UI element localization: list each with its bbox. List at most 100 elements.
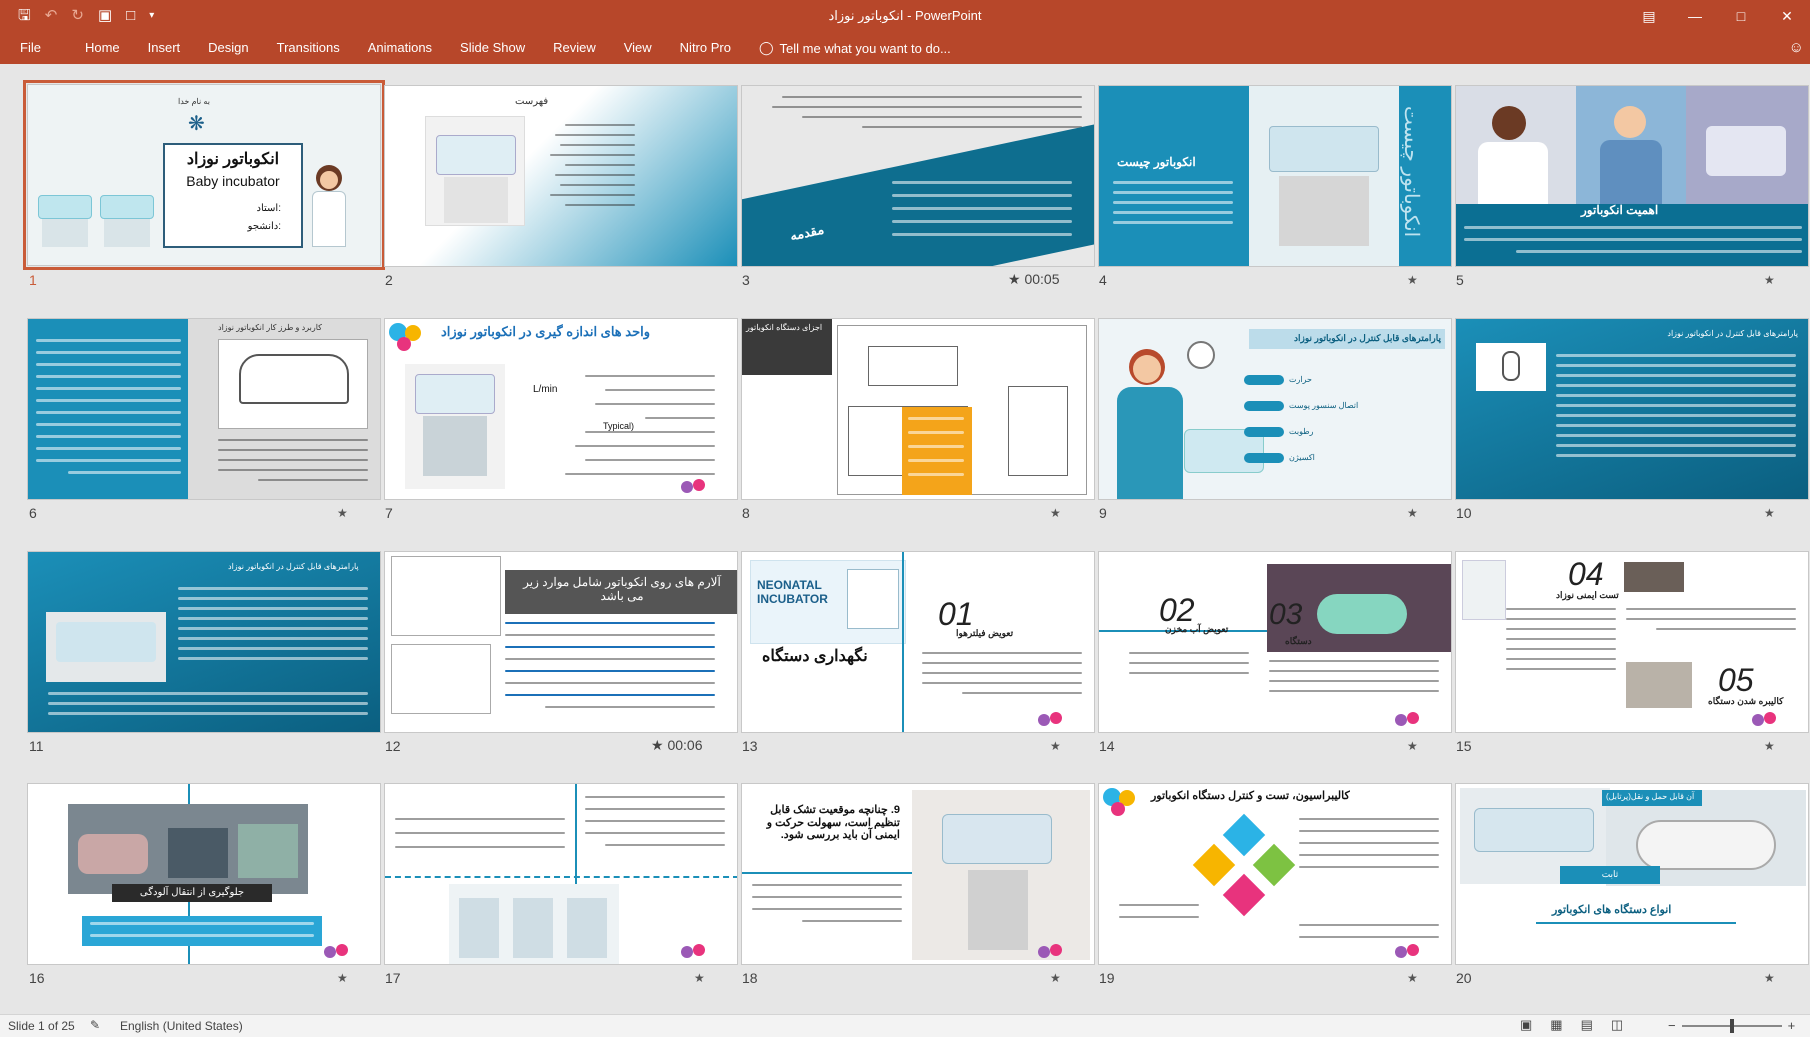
star-icon: ★ <box>337 506 348 520</box>
slide-timing: ★ 00:05 <box>1008 271 1060 287</box>
logo-icon: ❋ <box>188 113 205 135</box>
slide-number: 11 <box>29 738 44 754</box>
decor-dots <box>681 479 711 493</box>
slide-thumbnail-16[interactable]: جلوگیری از انتقال آلودگی <box>27 783 381 965</box>
slide-thumbnail-3[interactable]: مقدمه <box>741 85 1095 267</box>
star-icon: ★ <box>694 971 705 985</box>
nurse-illustration <box>1109 349 1199 499</box>
star-icon: ★ <box>1407 273 1418 287</box>
nurse-illustration <box>306 165 354 247</box>
tab-home[interactable]: Home <box>71 32 134 64</box>
decor-dots <box>1038 944 1068 958</box>
restore-ribbon-icon[interactable]: ▤ <box>1626 0 1672 32</box>
technician-photo <box>1626 662 1692 708</box>
normal-view-icon[interactable]: ▣ <box>1520 1017 1532 1033</box>
tab-file[interactable]: File <box>8 32 71 64</box>
incubator-photo <box>1462 560 1506 620</box>
step-number: 04 <box>1568 556 1604 592</box>
slide-thumbnail-1[interactable]: به نام خدا ❋ انکوباتور نوزاد Baby incuba… <box>23 80 385 270</box>
slide-thumbnail-2[interactable]: فهرست <box>384 85 738 267</box>
slide-thumbnail-17[interactable] <box>384 783 738 965</box>
step-number-2: 05 <box>1718 662 1754 698</box>
slide-number: 4 <box>1099 272 1107 288</box>
decor-dots <box>1103 788 1143 818</box>
slide-sorter-view-icon[interactable]: ▦ <box>1550 1017 1562 1033</box>
slide-thumbnail-11[interactable]: پارامترهای قابل کنترل در انکوباتور نوزاد <box>27 551 381 733</box>
zoom-slider[interactable] <box>1681 1018 1782 1033</box>
slide-thumbnail-18[interactable]: 9. چنانچه موقعیت تشک قابل تنظیم است، سهو… <box>741 783 1095 965</box>
zoom-out-icon[interactable]: − <box>1668 1018 1676 1033</box>
reading-view-icon[interactable]: ▤ <box>1581 1017 1593 1033</box>
star-icon: ★ <box>1407 971 1418 985</box>
slide-counter: Slide 1 of 25 <box>8 1019 75 1033</box>
decor-dots <box>389 323 429 353</box>
tab-insert[interactable]: Insert <box>134 32 195 64</box>
slide-thumbnail-12[interactable]: آلارم های روی انکوباتور شامل موارد زیر م… <box>384 551 738 733</box>
slide-thumbnail-7[interactable]: واحد های اندازه گیری در انکوباتور نوزاد … <box>384 318 738 500</box>
slide-title: انکوباتور نوزاد <box>186 151 280 168</box>
slide-thumbnail-19[interactable]: کالیبراسیون، تست و کنترل دستگاه انکوباتو… <box>1098 783 1452 965</box>
slide-title: واحد های اندازه گیری در انکوباتور نوزاد <box>441 324 651 339</box>
equipment-illustration <box>449 884 619 964</box>
slide-number: 2 <box>385 272 393 288</box>
slide-thumbnail-9[interactable]: پارامترهای قابل کنترل در انکوباتور نوزاد… <box>1098 318 1452 500</box>
tab-design[interactable]: Design <box>194 32 262 64</box>
tab-slide-show[interactable]: Slide Show <box>446 32 539 64</box>
title-box: آلارم های روی انکوباتور شامل موارد زیر م… <box>505 570 737 614</box>
slideshow-view-icon[interactable]: ◫ <box>1611 1017 1623 1033</box>
slide-number: 8 <box>742 505 750 521</box>
star-icon: ★ <box>1764 506 1775 520</box>
incubator-photo <box>46 612 166 682</box>
slide-number: 9 <box>1099 505 1107 521</box>
slide-thumbnail-4[interactable]: انکوباتور چیست انکوباتور چیست <box>1098 85 1452 267</box>
user-icon[interactable]: ☺ <box>1789 39 1804 56</box>
tell-me-box[interactable]: ◯ Tell me what you want to do... <box>745 40 951 56</box>
incubator-illustration-2 <box>100 195 154 247</box>
zoom-in-icon[interactable]: + <box>1788 1018 1796 1033</box>
title-box: اجزای دستگاه انکوباتور <box>742 319 832 375</box>
slide-thumbnail-5[interactable]: اهمیت انکوباتور <box>1455 85 1809 267</box>
slide-thumbnail-20[interactable]: آن قابل حمل و نقل(پرتابل) ثابت انواع دست… <box>1455 783 1809 965</box>
slide-side-title: انکوباتور چیست <box>1400 106 1422 238</box>
slide-title: آلارم های روی انکوباتور شامل موارد زیر م… <box>523 575 721 603</box>
step-title: تعویض آب مخزن <box>1165 624 1229 634</box>
tab-view[interactable]: View <box>610 32 666 64</box>
minimize-icon[interactable]: — <box>1672 0 1718 32</box>
slide-number: 6 <box>29 505 37 521</box>
slide-number: 18 <box>742 970 758 986</box>
param-item: اتصال سنسور پوست <box>1289 401 1359 410</box>
star-icon: ★ <box>1407 506 1418 520</box>
slide-header-text: به نام خدا <box>178 97 210 106</box>
slide-thumbnail-6[interactable]: کاربرد و طرز کار انکوباتور نوزاد <box>27 318 381 500</box>
unit-text: L/min <box>533 384 558 395</box>
slide-thumbnail-14[interactable]: 02 تعویض آب مخزن 03 دستگاه <box>1098 551 1452 733</box>
decor-dots <box>1038 712 1068 726</box>
star-icon: ★ <box>1050 506 1061 520</box>
language-indicator[interactable]: English (United States) <box>120 1019 243 1033</box>
slide-thumbnail-8[interactable]: اجزای دستگاه انکوباتور <box>741 318 1095 500</box>
label-box-fixed: ثابت <box>1560 866 1660 884</box>
zoom-thumb[interactable] <box>1729 1018 1734 1033</box>
slide-thumbnail-13[interactable]: NEONATAL INCUBATOR نگهداری دستگاه 01 تعو… <box>741 551 1095 733</box>
title-card: انکوباتور نوزاد Baby incubator استاد: دا… <box>163 143 303 248</box>
notes-icon[interactable]: ✎ <box>90 1018 100 1032</box>
ribbon-tabs: File Home Insert Design Transitions Anim… <box>8 32 951 64</box>
slide-number: 16 <box>29 970 45 986</box>
maximize-icon[interactable]: □ <box>1718 0 1764 32</box>
slide-number: 13 <box>742 738 758 754</box>
slide-subtitle: Baby incubator <box>186 173 280 189</box>
incubator-photo <box>405 364 505 489</box>
slide-thumbnail-15[interactable]: 04 تست ایمنی نوزاد 05 کالیبره شدن دستگاه <box>1455 551 1809 733</box>
slide-number: 12 <box>385 738 401 754</box>
diagram-image <box>391 556 501 636</box>
tab-animations[interactable]: Animations <box>354 32 446 64</box>
close-icon[interactable]: ✕ <box>1764 0 1810 32</box>
slide-title: 9. چنانچه موقعیت تشک قابل تنظیم است، سهو… <box>766 804 900 842</box>
slide-thumbnail-10[interactable]: پارامترهای قابل کنترل در انکوباتور نوزاد <box>1455 318 1809 500</box>
tab-transitions[interactable]: Transitions <box>263 32 354 64</box>
tab-nitro-pro[interactable]: Nitro Pro <box>666 32 745 64</box>
nicu-photo <box>68 804 308 894</box>
slide-title: کاربرد و طرز کار انکوباتور نوزاد <box>218 323 322 332</box>
typical-text: Typical) <box>603 421 635 431</box>
tab-review[interactable]: Review <box>539 32 610 64</box>
